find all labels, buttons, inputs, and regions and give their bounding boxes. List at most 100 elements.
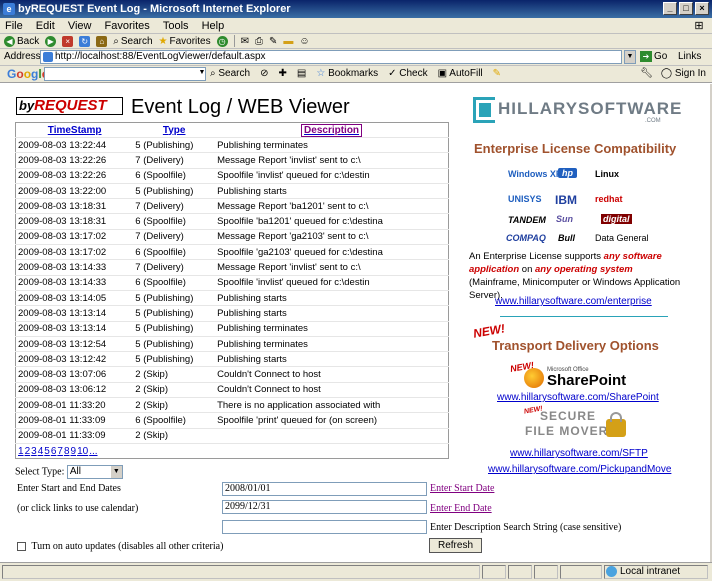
google-search-button[interactable]: ⌕ Search: [210, 68, 250, 79]
type-cell: 2 (Skip): [133, 381, 216, 398]
pencil-icon[interactable]: ✎: [493, 68, 501, 79]
menu-tools[interactable]: Tools: [158, 18, 194, 34]
pager-link[interactable]: 5: [44, 446, 50, 457]
google-search-input[interactable]: [44, 67, 206, 81]
menu-edit[interactable]: Edit: [31, 18, 60, 34]
select-type-dropdown[interactable]: All ▼: [66, 465, 123, 479]
google-dropdown-icon[interactable]: ▼: [197, 67, 207, 81]
description-cell: Spoolfile 'print' queued for (on screen): [215, 412, 449, 429]
table-row: 2009-08-01 11:33:20 2 (Skip) There is no a…: [15, 397, 449, 413]
pagerank-icon[interactable]: ▤: [297, 68, 306, 79]
menu-file[interactable]: File: [0, 18, 28, 34]
type-cell: 5 (Publishing): [133, 320, 216, 337]
brand-request: REQUEST: [34, 97, 107, 114]
end-date-input[interactable]: 2099/12/31: [222, 500, 427, 514]
search-icon: ⌕: [113, 35, 119, 47]
address-dropdown-icon[interactable]: ▼: [624, 50, 636, 64]
description-search-input[interactable]: [222, 520, 427, 534]
vendor-hp: hp: [558, 168, 577, 178]
enterprise-link[interactable]: www.hillarysoftware.com/enterprise: [495, 296, 652, 307]
type-column-header[interactable]: Type: [133, 123, 215, 138]
wrench-icon[interactable]: 🔧︎: [640, 68, 653, 79]
ie-icon: e: [3, 3, 15, 15]
vendor-compaq: COMPAQ: [506, 233, 546, 243]
pager-link[interactable]: 8: [64, 446, 70, 457]
popup-blocker-icon[interactable]: ⊘: [260, 68, 268, 79]
description-cell: Publishing terminates: [215, 320, 449, 337]
auto-update-checkbox[interactable]: [17, 542, 26, 552]
vendor-ibm: IBM: [555, 193, 577, 207]
links-button[interactable]: Links: [678, 51, 701, 62]
table-row: 2009-08-03 13:12:54 5 (Publishing) Publish…: [15, 335, 449, 352]
print-icon[interactable]: ⎙: [255, 36, 263, 47]
pager-link[interactable]: 9: [71, 446, 77, 457]
menu-help[interactable]: Help: [197, 18, 230, 34]
security-zone: Local intranet: [606, 566, 680, 577]
bookmarks-button[interactable]: ☆ Bookmarks: [316, 68, 378, 79]
secure-file-mover-logo: SECURE FILE MOVER: [520, 409, 630, 443]
refresh-button[interactable]: Refresh: [429, 538, 483, 553]
autofill-button[interactable]: ▣ AutoFill: [438, 68, 483, 79]
mail-icon[interactable]: ✉: [241, 36, 249, 47]
go-button[interactable]: ➔ Go: [640, 51, 667, 62]
forward-arrow-icon[interactable]: ▶: [45, 35, 57, 47]
puzzle-icon[interactable]: ✚: [278, 68, 286, 79]
close-button[interactable]: ×: [695, 2, 709, 15]
timestamp-cell: 2009-08-01 11:33:09: [15, 427, 134, 444]
type-cell: 5 (Publishing): [133, 335, 216, 352]
type-cell: 7 (Delivery): [133, 259, 216, 276]
description-search-label: Enter Description Search String (case se…: [430, 522, 622, 533]
table-row: 2009-08-03 13:13:14 5 (Publishing) Publish…: [15, 320, 449, 337]
sfm-line-2: FILE MOVER: [525, 424, 609, 438]
timestamp-column-header[interactable]: TimeStamp: [16, 123, 134, 138]
description-cell: Spoolfile 'ga2103' queued for c:\destina: [215, 244, 449, 260]
messenger-icon[interactable]: ☺: [299, 36, 309, 47]
search-button[interactable]: ⌕ Search: [113, 36, 152, 47]
start-date-input[interactable]: 2008/01/01: [222, 482, 427, 496]
pager-link[interactable]: 1: [18, 446, 24, 457]
google-toolbar: Google ▼ ⌕ Search ⊘ ✚ ▤ ☆ Bookmarks ✓ Ch…: [0, 66, 712, 83]
type-cell: 7 (Delivery): [133, 228, 216, 245]
minimize-button[interactable]: _: [663, 2, 677, 15]
pager-link[interactable]: ...: [89, 446, 97, 457]
windows-logo-icon: ⊞: [694, 20, 704, 32]
table-row: 2009-08-01 11:33:09 2 (Skip): [15, 427, 449, 444]
check-button[interactable]: ✓ Check: [388, 68, 428, 79]
sftp-link[interactable]: www.hillarysoftware.com/SFTP: [510, 448, 648, 459]
sharepoint-link[interactable]: www.hillarysoftware.com/SharePoint: [497, 392, 659, 403]
search-icon: ⌕: [210, 68, 216, 79]
address-input[interactable]: http://localhost:88/EventLogViewer/defau…: [40, 50, 622, 64]
refresh-icon[interactable]: ↻: [79, 35, 91, 47]
pager-link[interactable]: 6: [51, 446, 57, 457]
google-logo[interactable]: Google: [7, 67, 48, 81]
pager-link[interactable]: 2: [25, 446, 31, 457]
sign-in-button[interactable]: ◯ Sign In: [661, 68, 706, 79]
folder-icon[interactable]: ▬: [283, 36, 293, 47]
start-date-link[interactable]: Enter Start Date: [430, 483, 494, 494]
history-icon[interactable]: ◷: [216, 35, 228, 47]
pager-link[interactable]: 3: [31, 446, 37, 457]
pager-link[interactable]: 4: [38, 446, 44, 457]
license-text-2: on: [519, 264, 536, 275]
favorites-button[interactable]: ★ Favorites: [159, 36, 211, 47]
description-cell: Message Report 'ga2103' sent to c:\: [215, 228, 449, 245]
description-column-header[interactable]: Description: [215, 123, 448, 138]
address-url: http://localhost:88/EventLogViewer/defau…: [55, 51, 266, 62]
timestamp-cell: 2009-08-03 13:13:14: [15, 320, 134, 337]
pickup-link[interactable]: www.hillarysoftware.com/PickupandMove: [488, 464, 671, 475]
description-cell: Message Report 'invlist' sent to c:\: [215, 152, 449, 169]
pager-link[interactable]: 7: [57, 446, 63, 457]
menu-favorites[interactable]: Favorites: [100, 18, 155, 34]
menu-view[interactable]: View: [63, 18, 97, 34]
calendar-hint: (or click links to use calendar): [17, 503, 139, 514]
vendor-data-general: Data General: [595, 233, 649, 243]
end-date-link[interactable]: Enter End Date: [430, 503, 492, 514]
back-button[interactable]: ◀ Back: [4, 35, 39, 47]
pager-link[interactable]: 10: [77, 446, 88, 457]
stop-icon[interactable]: ×: [62, 35, 74, 47]
timestamp-cell: 2009-08-03 13:17:02: [15, 244, 134, 260]
maximize-button[interactable]: □: [679, 2, 693, 15]
edit-icon[interactable]: ✎: [269, 36, 277, 47]
table-row: 2009-08-03 13:22:44 5 (Publishing) Publish…: [15, 136, 449, 153]
home-icon[interactable]: ⌂: [96, 35, 108, 47]
